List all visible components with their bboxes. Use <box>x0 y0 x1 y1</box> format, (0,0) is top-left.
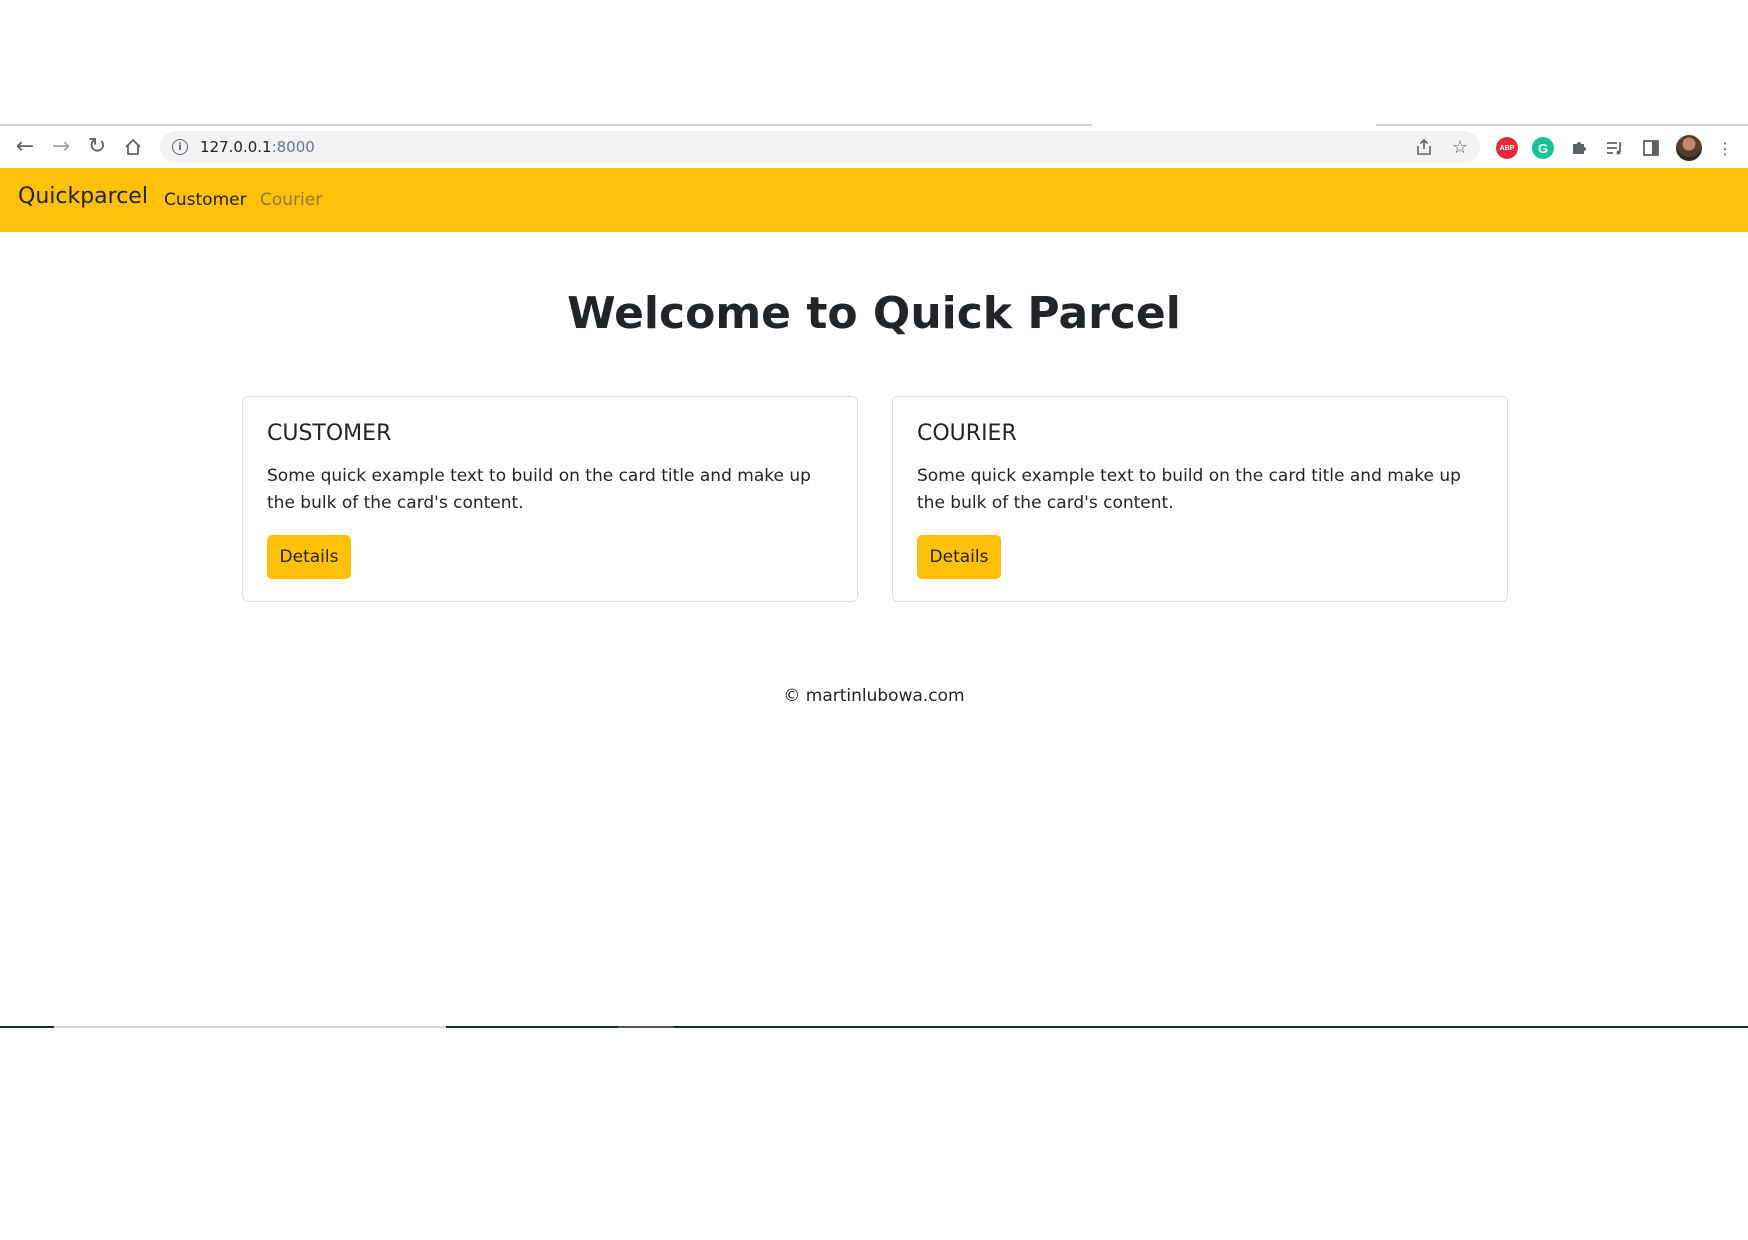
card-text: Some quick example text to build on the … <box>267 466 811 513</box>
reading-list-icon[interactable] <box>1604 137 1626 159</box>
home-icon[interactable] <box>118 132 148 162</box>
page-title: Welcome to Quick Parcel <box>567 288 1181 339</box>
reload-icon[interactable]: ↻ <box>82 132 112 162</box>
star-icon[interactable]: ☆ <box>1449 136 1471 158</box>
info-icon[interactable]: i <box>172 139 188 155</box>
grammarly-extension-icon[interactable]: G <box>1532 137 1554 159</box>
back-arrow-icon[interactable]: ← <box>10 132 40 162</box>
address-bar[interactable]: i 127.0.0.1:8000 ☆ <box>160 131 1480 163</box>
url-text[interactable]: 127.0.0.1:8000 <box>200 138 315 156</box>
brand-link[interactable]: Quickparcel <box>18 184 148 209</box>
browser-toolbar: ← → ↻ i 127.0.0.1:8000 ☆ ABP G ⋮ <box>0 126 1748 168</box>
adblock-extension-icon[interactable]: ABP <box>1496 137 1518 159</box>
card-title: COURIER <box>917 421 1017 446</box>
footer-copyright: © martinlubowa.com <box>783 686 965 706</box>
nav-link-customer[interactable]: Customer <box>164 190 247 210</box>
customer-card: CUSTOMER Some quick example text to buil… <box>242 396 858 602</box>
menu-dots-icon[interactable]: ⋮ <box>1714 137 1736 159</box>
nav-link-courier[interactable]: Courier <box>260 190 322 210</box>
card-text: Some quick example text to build on the … <box>917 466 1461 513</box>
customer-details-button[interactable]: Details <box>267 535 351 579</box>
extensions-puzzle-icon[interactable] <box>1568 137 1590 159</box>
profile-avatar[interactable] <box>1676 135 1702 161</box>
forward-arrow-icon[interactable]: → <box>46 132 76 162</box>
courier-card: COURIER Some quick example text to build… <box>892 396 1508 602</box>
card-title: CUSTOMER <box>267 421 392 446</box>
share-icon[interactable] <box>1413 136 1435 158</box>
side-panel-icon[interactable] <box>1640 137 1662 159</box>
window-bottom-border <box>0 1026 1748 1028</box>
site-navbar: Quickparcel Customer Courier <box>0 168 1748 232</box>
courier-details-button[interactable]: Details <box>917 535 1001 579</box>
